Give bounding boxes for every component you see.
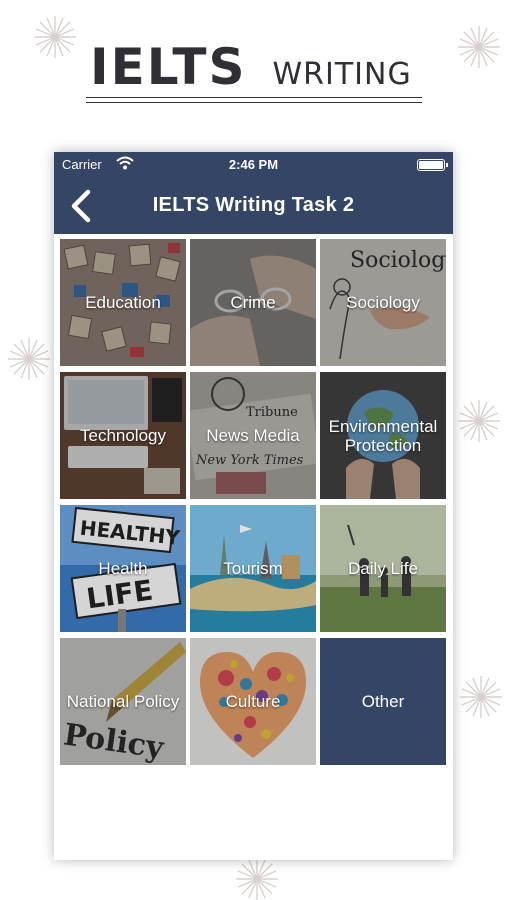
topic-label: National Policy (66, 692, 180, 711)
topic-label: Sociology (346, 293, 420, 312)
topic-label: Culture (225, 692, 281, 711)
topic-label: Tourism (223, 559, 283, 578)
topic-label: Crime (230, 293, 276, 312)
promo-title-writing: WRITING (272, 57, 412, 92)
phone-screen: Carrier 2:46 PM IELTS Writing Task 2 Edu… (54, 152, 453, 860)
topic-tile-environmental-protection[interactable]: Environmental Protection (320, 372, 446, 499)
topic-tile-news-media[interactable]: Tribune New York Times News Media (190, 372, 316, 499)
nav-bar: IELTS Writing Task 2 (54, 178, 453, 234)
promo-heading: IELTS WRITING (90, 38, 412, 96)
topic-tile-national-policy[interactable]: Policy National Policy (60, 638, 186, 765)
topic-label: Daily Life (348, 559, 418, 578)
topic-tile-sociology[interactable]: Sociology Sociology (320, 239, 446, 366)
sparkle-decoration-icon (236, 858, 278, 900)
sparkle-decoration-icon (34, 16, 76, 58)
sparkle-decoration-icon (460, 676, 502, 718)
battery-icon (417, 159, 448, 171)
topic-grid: Education Crime Sociology (60, 239, 448, 765)
status-bar: Carrier 2:46 PM (54, 152, 453, 178)
promo-underline-divider (86, 97, 422, 103)
status-time: 2:46 PM (228, 157, 279, 172)
topic-label: Other (361, 692, 405, 711)
topic-tile-education[interactable]: Education (60, 239, 186, 366)
topic-label: Health (98, 559, 148, 578)
topic-tile-daily-life[interactable]: Daily Life (320, 505, 446, 632)
topic-tile-other[interactable]: Other (320, 638, 446, 765)
topic-label: Education (85, 293, 161, 312)
sparkle-decoration-icon (8, 338, 50, 380)
topic-label: Environmental Protection (328, 416, 438, 455)
sparkle-decoration-icon (458, 400, 500, 442)
topic-label: News Media (206, 426, 300, 445)
topic-tile-tourism[interactable]: Tourism (190, 505, 316, 632)
topic-tile-health[interactable]: HEALTHY LIFE Health (60, 505, 186, 632)
sparkle-decoration-icon (458, 26, 500, 68)
nav-title: IELTS Writing Task 2 (152, 194, 355, 216)
topic-tile-crime[interactable]: Crime (190, 239, 316, 366)
promo-title-ielts: IELTS (90, 38, 247, 96)
topic-tile-technology[interactable]: Technology (60, 372, 186, 499)
topic-label: Technology (79, 426, 166, 445)
topic-tile-culture[interactable]: Culture (190, 638, 316, 765)
